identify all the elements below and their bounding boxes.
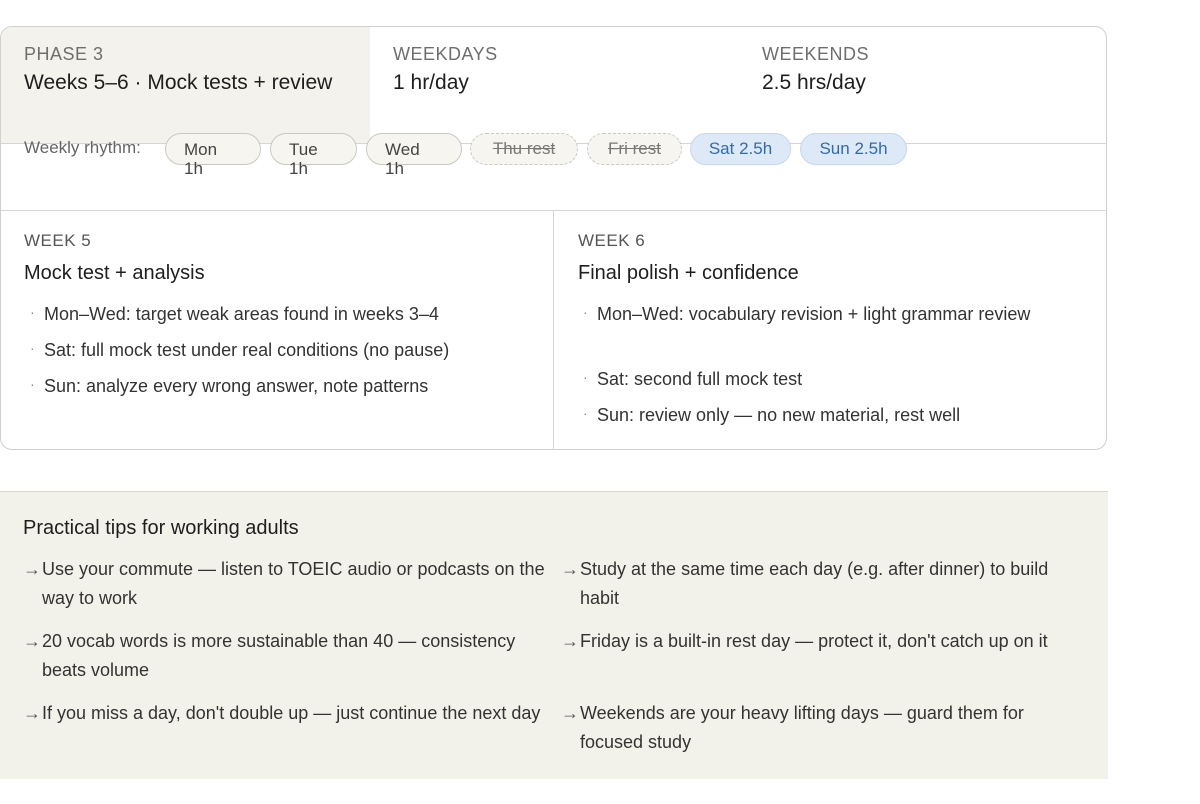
arrow-right-icon: → <box>23 631 41 651</box>
arrow-right-icon: → <box>561 559 579 579</box>
bullet-dot: · <box>583 304 588 320</box>
week-6-title: Final polish + confidence <box>578 262 799 284</box>
week-5-item: · Sat: full mock test under real conditio… <box>30 340 450 361</box>
arrow-right-icon: → <box>23 559 41 579</box>
rhythm-pill-wed: Wed 1h <box>366 133 462 178</box>
bullet-dot: · <box>583 405 588 421</box>
week-6-item-text: Sun: review only — no new material, rest… <box>597 405 961 425</box>
pill-hours: 1h <box>184 159 203 178</box>
phase-title: Weeks 5–6 · Mock tests + review <box>24 71 333 94</box>
week-6-item: · Sat: second full mock test <box>583 369 803 390</box>
tip-text: Weekends are your heavy lifting days — g… <box>580 703 1024 752</box>
phase-label: PHASE 3 <box>24 44 104 64</box>
rhythm-pill-sat: Sat 2.5h <box>690 133 791 165</box>
week-5-item: · Sun: analyze every wrong answer, note p… <box>30 376 429 397</box>
rhythm-pill-thu-rest: Thu rest <box>470 133 578 165</box>
week-5-item: · Mon–Wed: target weak areas found in wee… <box>30 304 439 325</box>
week-6-item-text: Sat: second full mock test <box>597 369 803 389</box>
weekly-rhythm-label: Weekly rhythm: <box>24 138 141 157</box>
tip-text: Friday is a built-in rest day — protect … <box>580 631 1048 651</box>
arrow-right-icon: → <box>561 631 579 651</box>
week-6-item: · Sun: review only — no new material, res… <box>583 405 961 426</box>
pill-day: Wed <box>385 140 420 159</box>
bullet-dot: · <box>30 304 35 320</box>
rhythm-pill-mon: Mon 1h <box>165 133 261 178</box>
rhythm-pill-tue: Tue 1h <box>270 133 357 178</box>
pill-day: Mon <box>184 140 218 159</box>
weekends-value: 2.5 hrs/day <box>762 71 866 94</box>
bullet-dot: · <box>30 376 35 392</box>
week-divider <box>553 211 554 449</box>
tips-title: Practical tips for working adults <box>23 517 299 539</box>
arrow-right-icon: → <box>23 703 41 723</box>
pill-label: Fri rest <box>608 139 661 158</box>
pill-label: Sat 2.5h <box>708 139 773 158</box>
week-5-label: WEEK 5 <box>24 231 92 250</box>
rhythm-pill-sun: Sun 2.5h <box>800 133 907 165</box>
week-6-item: · Mon–Wed: vocabulary revision + light gr… <box>583 304 1031 325</box>
pill-hours: 1h <box>289 159 308 178</box>
week-6-item-text: Mon–Wed: vocabulary revision + light gra… <box>597 304 1031 324</box>
weekdays-value: 1 hr/day <box>393 71 469 94</box>
rhythm-pill-fri-rest: Fri rest <box>587 133 682 165</box>
pill-label: Thu rest <box>492 139 556 158</box>
weekends-label: WEEKENDS <box>762 44 870 64</box>
week-5-item-text: Sat: full mock test under real condition… <box>44 340 450 360</box>
week-5-title: Mock test + analysis <box>24 262 205 284</box>
weekdays-label: WEEKDAYS <box>393 44 498 64</box>
pill-day: Tue <box>289 140 318 159</box>
pill-hours: 1h <box>385 159 404 178</box>
arrow-right-icon: → <box>561 703 579 723</box>
week-5-item-text: Sun: analyze every wrong answer, note pa… <box>44 376 429 396</box>
tips-panel: Practical tips for working adults → Use … <box>0 491 1108 779</box>
tip-text: Study at the same time each day (e.g. af… <box>580 559 1049 608</box>
tip-text: Use your commute — listen to TOEIC audio… <box>42 559 545 608</box>
pill-label: Sun 2.5h <box>819 139 888 158</box>
tip-text: If you miss a day, don't double up — jus… <box>42 703 541 723</box>
bullet-dot: · <box>30 340 35 356</box>
week-6-label: WEEK 6 <box>578 231 646 250</box>
bullet-dot: · <box>583 369 588 385</box>
tip-text: 20 vocab words is more sustainable than … <box>42 631 516 680</box>
week-5-item-text: Mon–Wed: target weak areas found in week… <box>44 304 439 324</box>
